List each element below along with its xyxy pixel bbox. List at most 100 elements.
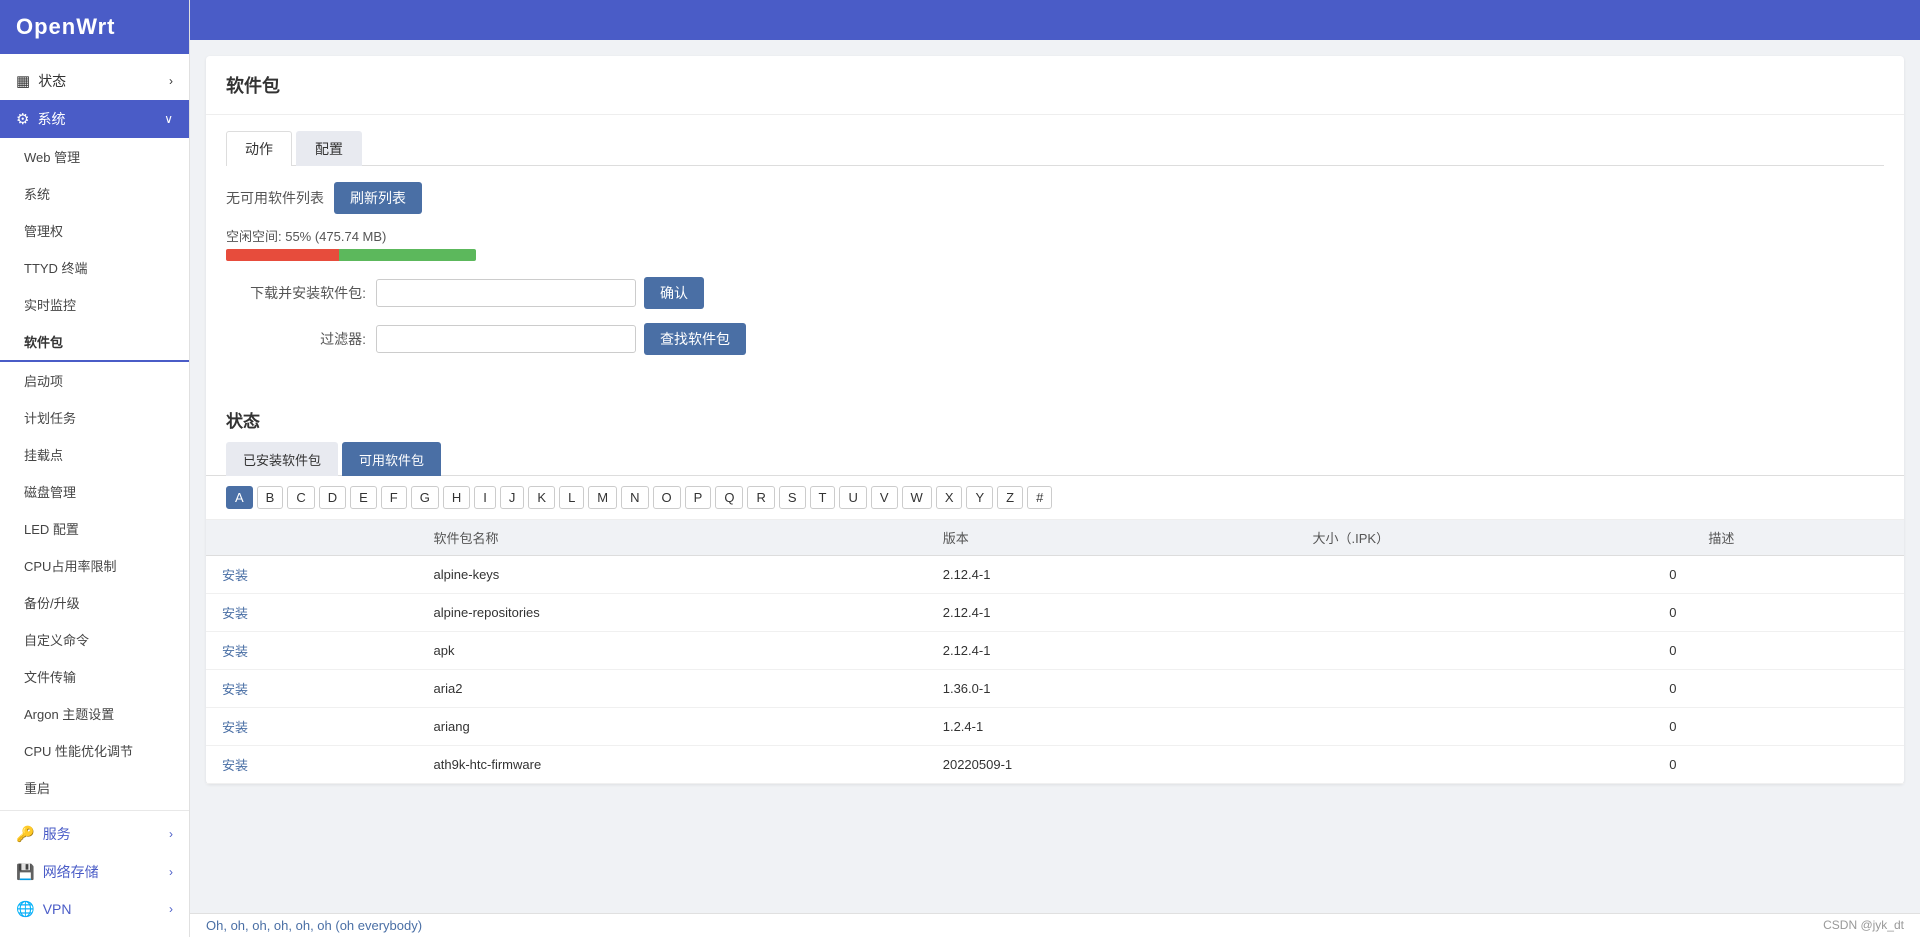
search-button[interactable]: 查找软件包 [644,323,746,355]
alpha-btn-e[interactable]: E [350,486,377,509]
refresh-button[interactable]: 刷新列表 [334,182,422,214]
filter-label: 过滤器: [226,329,366,349]
sidebar-item-status[interactable]: ▦ 状态 › [0,62,189,100]
pkg-action-cell: 安装 [206,594,418,632]
table-row: 安装 alpine-repositories 2.12.4-1 0 [206,594,1904,632]
alpha-btn-f[interactable]: F [381,486,407,509]
alpha-btn-g[interactable]: G [411,486,439,509]
alpha-btn-d[interactable]: D [319,486,346,509]
table-row: 安装 ath9k-htc-firmware 20220509-1 0 [206,746,1904,784]
sidebar-label-ttyd: TTYD 终端 [24,258,88,277]
sidebar-item-backup[interactable]: 备份/升级 [0,584,189,621]
install-link[interactable]: 安装 [222,568,248,583]
alpha-btn-x[interactable]: X [936,486,963,509]
action-row: 无可用软件列表 刷新列表 [226,182,1884,214]
sidebar-label-cpu-limit: CPU占用率限制 [24,556,116,575]
pkg-action-cell: 安装 [206,670,418,708]
sidebar-item-file-transfer[interactable]: 文件传输 [0,658,189,695]
chevron-right-services-icon: › [169,827,173,841]
sidebar-item-reboot[interactable]: 重启 [0,769,189,806]
install-link[interactable]: 安装 [222,606,248,621]
chevron-right-icon: › [169,74,173,88]
alpha-btn-p[interactable]: P [685,486,712,509]
sidebar-item-mountpoints[interactable]: 挂载点 [0,436,189,473]
alpha-btn-u[interactable]: U [839,486,866,509]
bottom-text: Oh, oh, oh, oh, oh, oh (oh everybody) [206,918,422,933]
filter-form-row: 过滤器: 查找软件包 [226,323,1884,355]
sidebar-item-custom-cmd[interactable]: 自定义命令 [0,621,189,658]
sidebar-item-network-storage[interactable]: 💾 网络存储 › [0,853,189,891]
sidebar-item-network[interactable]: 🌐 网络 › [0,927,189,937]
sidebar-item-realtime[interactable]: 实时监控 [0,286,189,323]
sidebar-label-startup: 启动项 [24,371,63,390]
pkg-version-cell: 20220509-1 [927,746,1297,784]
sidebar-label-led: LED 配置 [24,519,79,538]
alpha-btn-i[interactable]: I [474,486,496,509]
alpha-btn-r[interactable]: R [747,486,774,509]
table-row: 安装 ariang 1.2.4-1 0 [206,708,1904,746]
main-header [190,0,1920,40]
sidebar-item-ttyd[interactable]: TTYD 终端 [0,249,189,286]
sidebar-item-led[interactable]: LED 配置 [0,510,189,547]
sidebar: OpenWrt ▦ 状态 › ⚙ 系统 ∨ Web 管理 系统 管理权 TTYD… [0,0,190,937]
pkg-size-cell: 0 [1297,556,1693,594]
alpha-btn-l[interactable]: L [559,486,584,509]
alpha-btn-q[interactable]: Q [715,486,743,509]
alpha-btn-k[interactable]: K [528,486,555,509]
table-header: 软件包名称 版本 大小（.IPK） 描述 [206,520,1904,556]
alpha-btn-o[interactable]: O [653,486,681,509]
pkg-desc-cell [1692,670,1904,708]
sidebar-label-system: 系统 [37,109,65,129]
alpha-btn-j[interactable]: J [500,486,525,509]
sidebar-item-cpu-limit[interactable]: CPU占用率限制 [0,547,189,584]
watermark: CSDN @jyk_dt [1823,918,1904,932]
pkg-name-cell: ath9k-htc-firmware [418,746,927,784]
sidebar-nav: ▦ 状态 › ⚙ 系统 ∨ Web 管理 系统 管理权 TTYD 终端 实时监控… [0,54,189,937]
alpha-btn-h[interactable]: H [443,486,470,509]
storage-bar [226,249,476,261]
tab-installed[interactable]: 已安装软件包 [226,442,338,476]
sidebar-item-diskman[interactable]: 磁盘管理 [0,473,189,510]
install-link[interactable]: 安装 [222,682,248,697]
chevron-down-icon: ∨ [164,112,173,126]
alpha-btn-#[interactable]: # [1027,486,1052,509]
alpha-btn-t[interactable]: T [810,486,836,509]
sidebar-item-web-management[interactable]: Web 管理 [0,138,189,175]
download-input[interactable] [376,279,636,307]
alpha-btn-a[interactable]: A [226,486,253,509]
table-row: 安装 apk 2.12.4-1 0 [206,632,1904,670]
alpha-btn-s[interactable]: S [779,486,806,509]
alpha-btn-w[interactable]: W [902,486,932,509]
tab-config[interactable]: 配置 [296,131,362,166]
sidebar-label-services: 服务 [43,824,71,844]
install-link[interactable]: 安装 [222,758,248,773]
filter-input[interactable] [376,325,636,353]
package-table-container: 软件包名称 版本 大小（.IPK） 描述 安装 alpine-keys 2.12… [206,520,1904,784]
alpha-btn-z[interactable]: Z [997,486,1023,509]
alpha-btn-v[interactable]: V [871,486,898,509]
alpha-btn-m[interactable]: M [588,486,617,509]
download-label: 下载并安装软件包: [226,283,366,303]
sidebar-item-system[interactable]: ⚙ 系统 ∨ [0,100,189,138]
sidebar-item-services[interactable]: 🔑 服务 › [0,815,189,853]
alpha-btn-n[interactable]: N [621,486,648,509]
confirm-button[interactable]: 确认 [644,277,704,309]
sidebar-item-admin[interactable]: 管理权 [0,212,189,249]
content-area: 软件包 动作 配置 无可用软件列表 刷新列表 空闲空间: 55% (475.74… [190,40,1920,913]
sidebar-item-cpu-perf[interactable]: CPU 性能优化调节 [0,732,189,769]
sidebar-item-vpn[interactable]: 🌐 VPN › [0,891,189,927]
tab-action[interactable]: 动作 [226,131,292,166]
pkg-name-cell: alpine-repositories [418,594,927,632]
sidebar-item-argon[interactable]: Argon 主题设置 [0,695,189,732]
install-link[interactable]: 安装 [222,644,248,659]
alpha-btn-y[interactable]: Y [966,486,993,509]
tab-available[interactable]: 可用软件包 [342,442,441,476]
install-link[interactable]: 安装 [222,720,248,735]
sidebar-item-startup[interactable]: 启动项 [0,362,189,399]
alpha-btn-b[interactable]: B [257,486,284,509]
pkg-size-cell: 0 [1297,594,1693,632]
sidebar-item-software[interactable]: 软件包 [0,323,189,362]
sidebar-item-crontab[interactable]: 计划任务 [0,399,189,436]
alpha-btn-c[interactable]: C [287,486,314,509]
sidebar-item-system-sub[interactable]: 系统 [0,175,189,212]
